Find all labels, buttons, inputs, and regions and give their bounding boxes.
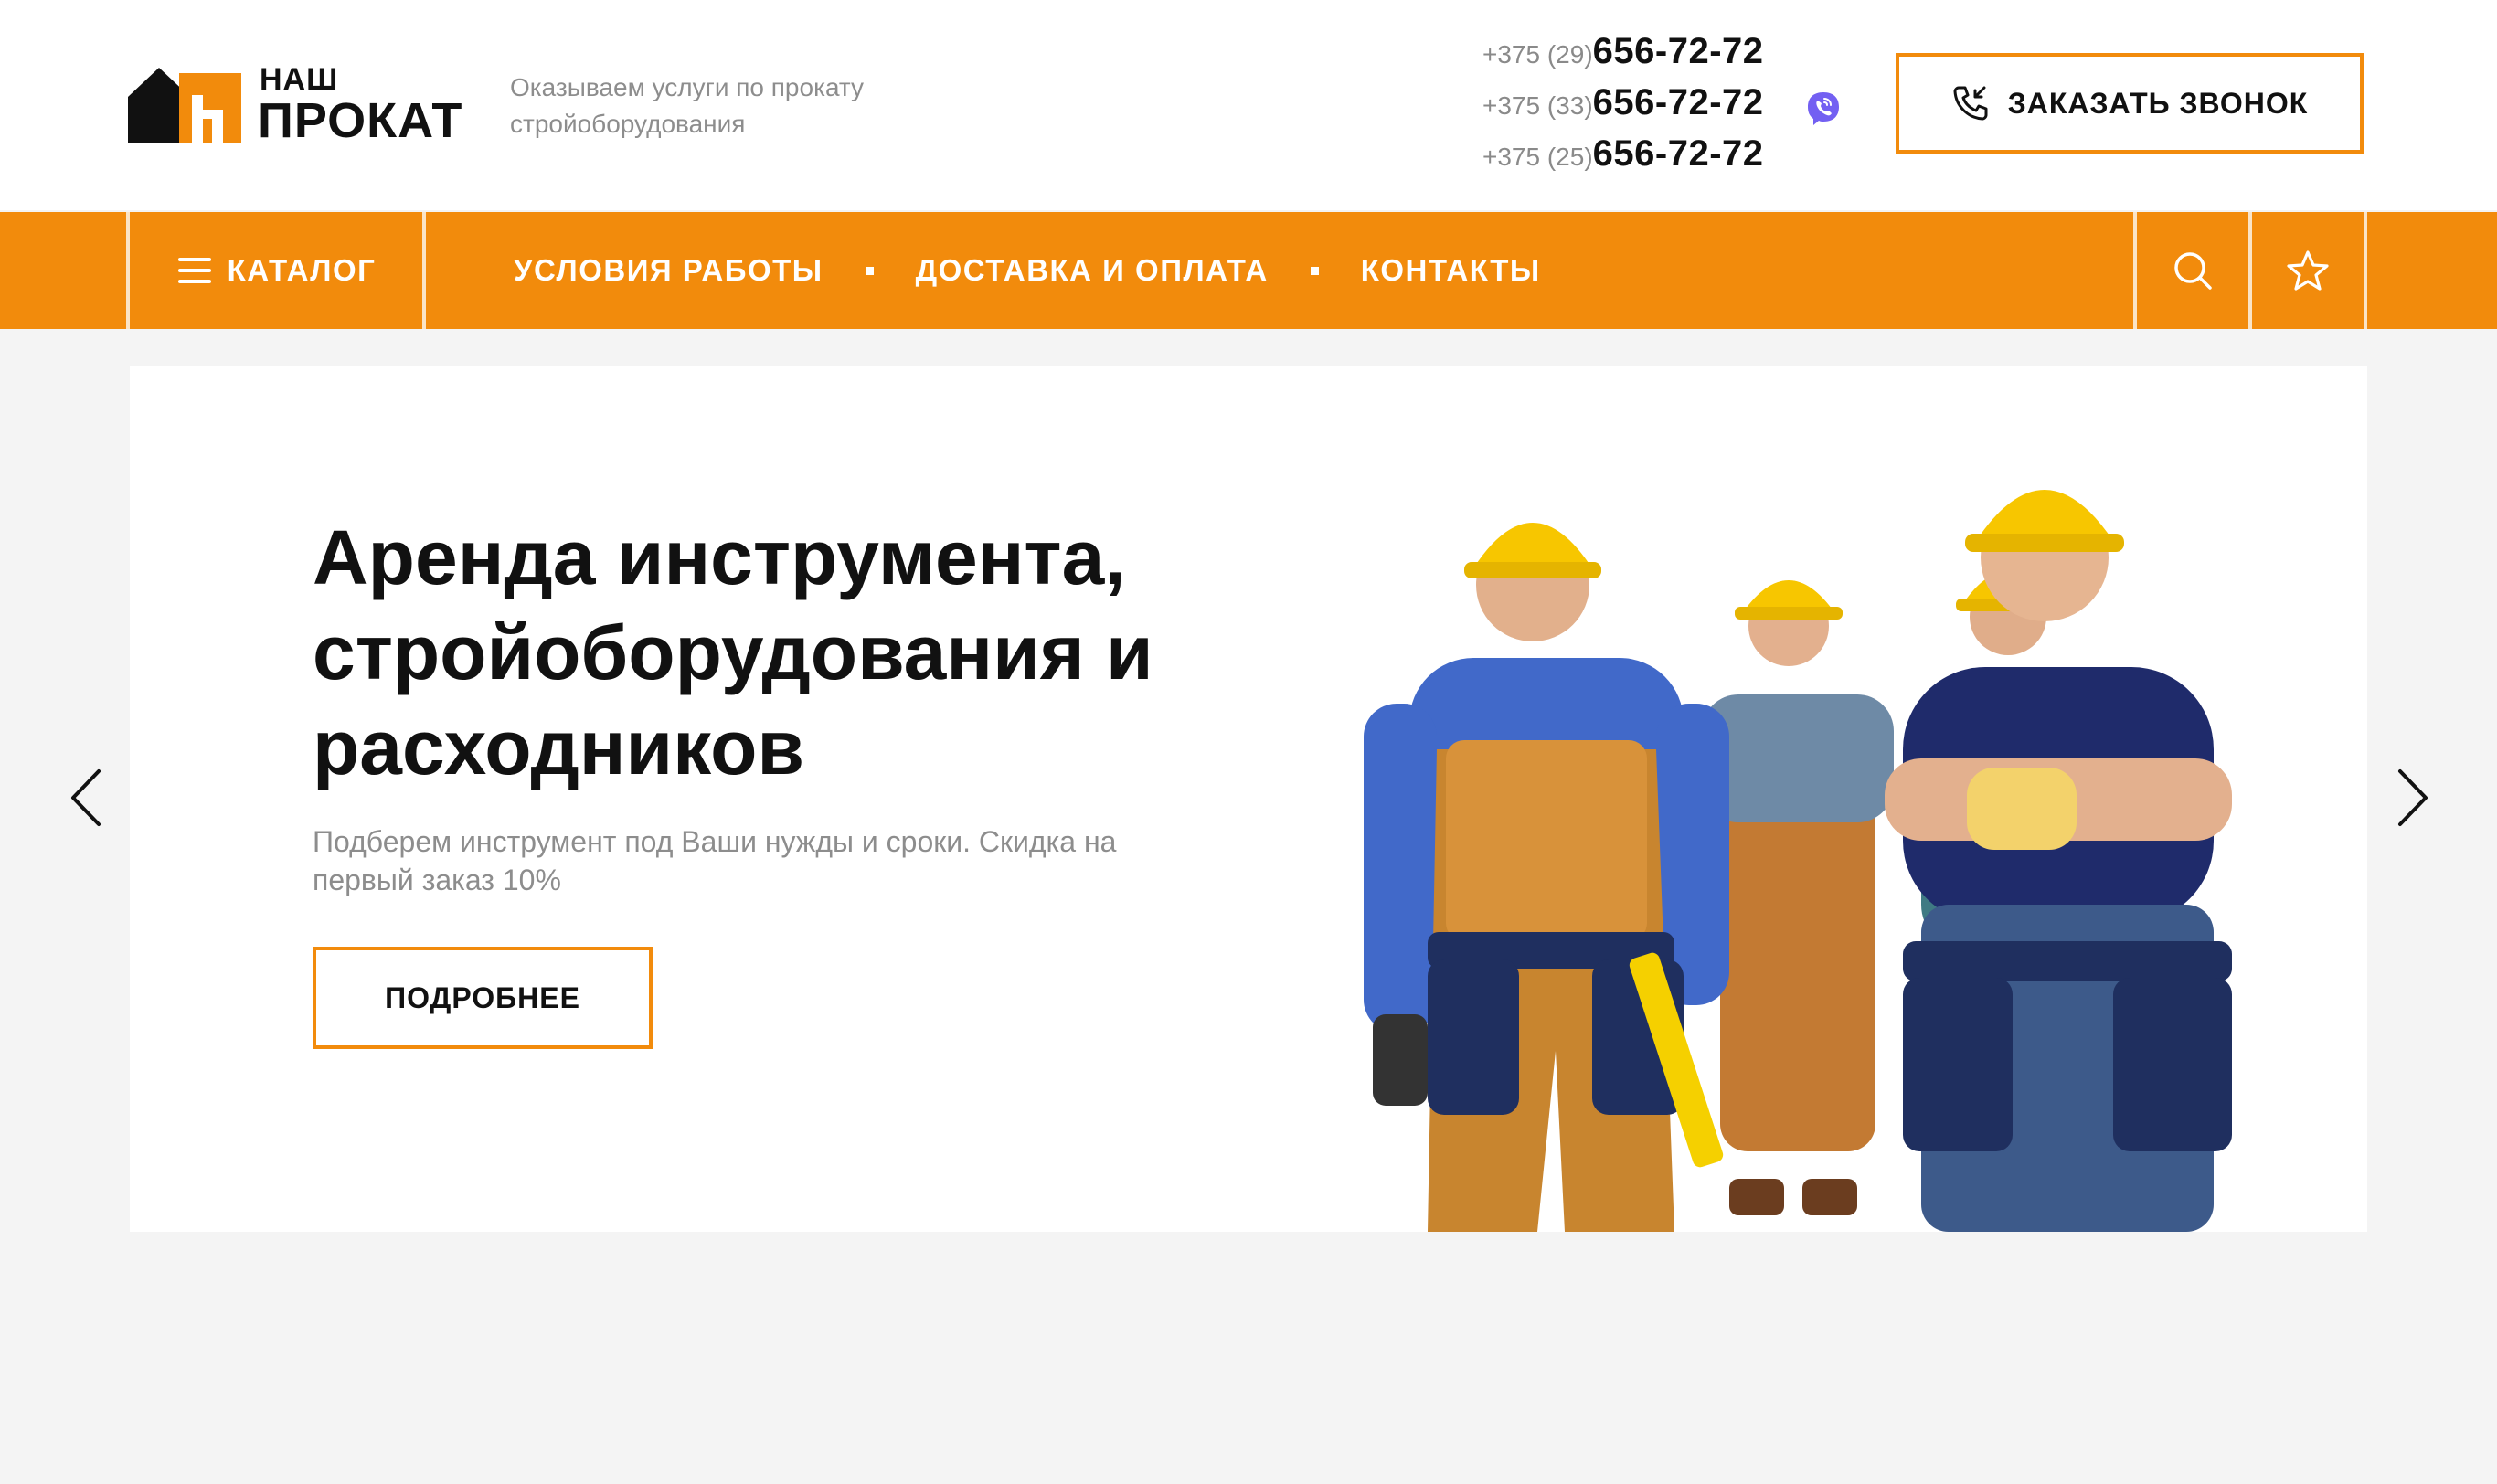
hero-slide: Аренда инструмента, стройоборудования и … bbox=[130, 366, 2367, 1232]
phone-list: +375 (29)656-72-72 +375 (33)656-72-72 +3… bbox=[1482, 31, 1848, 185]
hero-title-line-2: стройоборудования и bbox=[313, 610, 1153, 695]
logo[interactable]: НАШ ПРОКАТ bbox=[128, 64, 484, 148]
chevron-left-icon bbox=[71, 769, 101, 826]
nav-divider bbox=[126, 212, 130, 329]
search-icon bbox=[2174, 252, 2212, 290]
callback-button[interactable]: ЗАКАЗАТЬ ЗВОНОК bbox=[1896, 53, 2364, 154]
workers-image bbox=[1364, 490, 2232, 1232]
tagline-line-2: стройоборудования bbox=[510, 110, 746, 138]
more-button-label: ПОДРОБНЕЕ bbox=[385, 980, 580, 1014]
hero-title-line-1: Аренда инструмента, bbox=[313, 514, 1126, 600]
nav-item-conditions[interactable]: УСЛОВИЯ РАБОТЫ bbox=[514, 253, 823, 288]
slider-next-button[interactable] bbox=[2393, 766, 2433, 830]
nav-dot-separator bbox=[865, 266, 874, 275]
main-nav: КАТАЛОГ УСЛОВИЯ РАБОТЫ ДОСТАВКА И ОПЛАТА… bbox=[0, 212, 2497, 329]
phone-number: 656-72-72 bbox=[1592, 133, 1764, 174]
hero-title-line-3: расходников bbox=[313, 705, 805, 790]
phone-2[interactable]: +375 (33)656-72-72 bbox=[1482, 82, 1848, 133]
phone-number: 656-72-72 bbox=[1592, 82, 1764, 122]
hero-title: Аренда инструмента, стройоборудования и … bbox=[313, 510, 1318, 795]
phone-3[interactable]: +375 (25)656-72-72 bbox=[1482, 133, 1848, 185]
callback-button-label: ЗАКАЗАТЬ ЗВОНОК bbox=[2007, 86, 2309, 120]
tagline: Оказываем услуги по прокату стройоборудо… bbox=[510, 69, 940, 143]
phone-code: +375 (29) bbox=[1482, 40, 1593, 69]
tagline-line-1: Оказываем услуги по прокату bbox=[510, 73, 865, 101]
worker-figure bbox=[1702, 580, 1894, 1215]
catalog-label: КАТАЛОГ bbox=[227, 253, 377, 287]
catalog-button[interactable]: КАТАЛОГ bbox=[132, 212, 422, 329]
hero-subtitle-line-1: Подберем инструмент под Ваши нужды и сро… bbox=[313, 825, 1117, 858]
viber-icon[interactable] bbox=[1804, 90, 1843, 128]
logo-line-1: НАШ bbox=[260, 62, 339, 97]
more-button[interactable]: ПОДРОБНЕЕ bbox=[313, 947, 653, 1049]
worker-figure bbox=[1364, 523, 1729, 1232]
search-button[interactable] bbox=[2137, 212, 2248, 329]
hero-subtitle-line-2: первый заказ 10% bbox=[313, 864, 561, 896]
nav-divider bbox=[2364, 212, 2367, 329]
phone-code: +375 (25) bbox=[1482, 143, 1593, 171]
hero-subtitle: Подберем инструмент под Ваши нужды и сро… bbox=[313, 822, 1190, 899]
nav-menu: УСЛОВИЯ РАБОТЫ ДОСТАВКА И ОПЛАТА КОНТАКТ… bbox=[514, 212, 1541, 329]
nav-dot-separator bbox=[1310, 266, 1319, 275]
worker-figure bbox=[1885, 490, 2232, 1232]
phone-1[interactable]: +375 (29)656-72-72 bbox=[1482, 31, 1848, 82]
hamburger-icon bbox=[177, 258, 211, 283]
slider-prev-button[interactable] bbox=[66, 766, 106, 830]
logo-line-2: ПРОКАТ bbox=[258, 93, 463, 148]
phone-code: +375 (33) bbox=[1482, 91, 1593, 120]
nav-item-contacts[interactable]: КОНТАКТЫ bbox=[1361, 253, 1541, 288]
house-logo-icon bbox=[128, 68, 241, 143]
site-header: НАШ ПРОКАТ Оказываем услуги по прокату с… bbox=[0, 0, 2497, 210]
phone-number: 656-72-72 bbox=[1592, 31, 1764, 71]
chevron-right-icon bbox=[2398, 769, 2428, 826]
phone-incoming-icon bbox=[1953, 86, 1988, 121]
star-icon bbox=[2287, 250, 2329, 291]
favorites-button[interactable] bbox=[2252, 212, 2364, 329]
nav-item-delivery[interactable]: ДОСТАВКА И ОПЛАТА bbox=[916, 253, 1269, 288]
nav-divider bbox=[422, 212, 426, 329]
